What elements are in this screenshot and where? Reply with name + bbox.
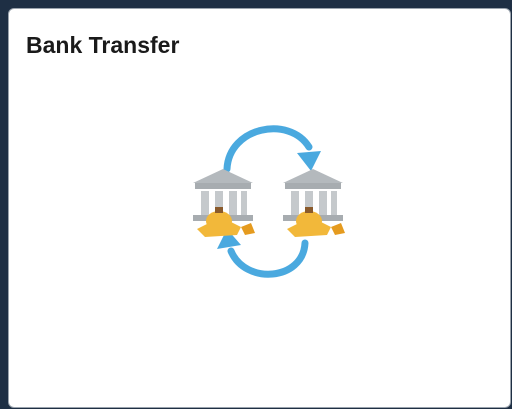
left-bank-icon xyxy=(193,169,255,237)
right-bank-icon xyxy=(283,169,345,237)
bank-transfer-tile[interactable]: Bank Transfer xyxy=(8,8,511,408)
transfer-arrow-top-icon xyxy=(223,125,321,173)
tile-title: Bank Transfer xyxy=(26,32,180,58)
bank-transfer-icon xyxy=(179,117,359,283)
transfer-arrow-bottom-icon xyxy=(217,229,309,278)
